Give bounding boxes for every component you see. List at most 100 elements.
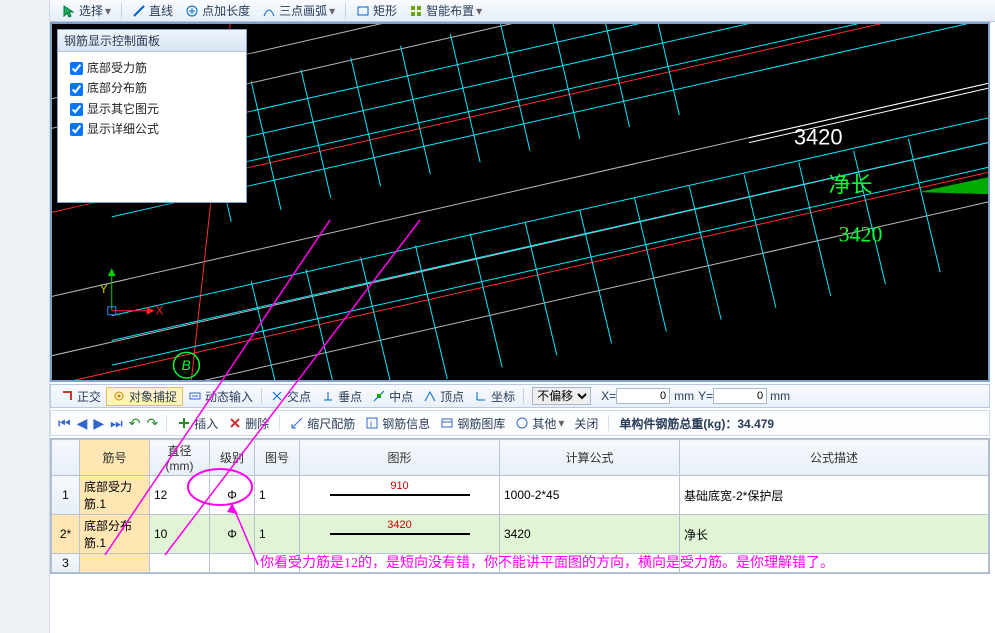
total-weight: 单构件钢筋总重(kg)：34.479 xyxy=(614,415,779,432)
chk-bottom-dist[interactable]: 底部分布筋 xyxy=(66,79,238,98)
nav-prev[interactable]: ◀ xyxy=(74,415,91,432)
nav-next[interactable]: ▶ xyxy=(90,415,107,432)
dropdown-icon: ▾ xyxy=(329,4,335,18)
th-name[interactable]: 筋号 xyxy=(80,440,150,476)
th-grade[interactable]: 级别 xyxy=(210,440,255,476)
th-formula[interactable]: 计算公式 xyxy=(500,440,680,476)
tool-rect[interactable]: 矩形 xyxy=(350,2,403,19)
top-toolbar: 选择 ▾ 直线 点加长度 三点画弧 ▾ 矩形 智能布置 ▾ xyxy=(50,0,995,22)
nav-first[interactable]: ⏮ xyxy=(55,415,74,432)
th-shape[interactable]: 图形 xyxy=(300,440,500,476)
cell-name[interactable]: 底部分布筋.1 xyxy=(80,515,150,554)
btn-delete[interactable]: 删除 xyxy=(223,415,274,432)
cell-grade[interactable]: Φ xyxy=(210,515,255,554)
y-input[interactable] xyxy=(713,388,767,404)
cursor-icon xyxy=(62,4,76,18)
th-shapeNo[interactable]: 图号 xyxy=(255,440,300,476)
tool-smart-label: 智能布置 xyxy=(426,2,474,19)
cell-desc[interactable]: 净长 xyxy=(680,515,989,554)
tool-addlen[interactable]: 点加长度 xyxy=(179,2,256,19)
info-icon: i xyxy=(365,416,379,430)
snap-intersection[interactable]: 交点 xyxy=(265,388,316,405)
x-input-group: X= mm Y= mm xyxy=(596,388,795,404)
th-dia[interactable]: 直径(mm) xyxy=(150,440,210,476)
tool-addlen-label: 点加长度 xyxy=(202,2,250,19)
btn-close[interactable]: 关闭 xyxy=(569,415,603,432)
cell-dia[interactable]: 10 xyxy=(150,515,210,554)
snap-perp[interactable]: 垂点 xyxy=(316,388,367,405)
panel-body: 底部受力筋 底部分布筋 显示其它图元 显示详细公式 xyxy=(58,52,246,202)
snap-ordinate[interactable]: 坐标 xyxy=(469,388,520,405)
svg-text:Y: Y xyxy=(100,282,108,296)
net-length-label: 净长 xyxy=(829,173,873,197)
chk-show-other[interactable]: 显示其它图元 xyxy=(66,100,238,119)
tool-select[interactable]: 选择 ▾ xyxy=(56,2,117,19)
snap-midpoint[interactable]: 中点 xyxy=(367,388,418,405)
nav-last[interactable]: ⏭ xyxy=(107,415,126,432)
axis-mark-b: B xyxy=(181,357,190,373)
toggle-ortho[interactable]: 正交 xyxy=(55,388,106,405)
snap-apex[interactable]: 顶点 xyxy=(418,388,469,405)
chk-show-formula[interactable]: 显示详细公式 xyxy=(66,120,238,139)
delete-icon xyxy=(228,416,242,430)
cell-dia[interactable]: 12 xyxy=(150,476,210,515)
cell-shapeNo[interactable]: 1 xyxy=(255,476,300,515)
tool-select-label: 选择 xyxy=(79,2,103,19)
cad-viewport[interactable]: 3420 净长 3420 B Y X 钢筋显示控制面板 底部受力筋 底部分布筋 … xyxy=(50,22,990,382)
cell-desc[interactable]: 基础底宽-2*保护层 xyxy=(680,476,989,515)
offset-select[interactable]: 不偏移 xyxy=(527,387,596,405)
cell-name[interactable]: 底部受力筋.1 xyxy=(80,476,150,515)
dim-3420-top: 3420 xyxy=(794,125,843,150)
table-corner xyxy=(52,440,80,476)
cell-formula[interactable]: 3420 xyxy=(500,515,680,554)
dropdown-icon: ▾ xyxy=(105,4,111,18)
svg-text:i: i xyxy=(370,419,372,429)
toggle-dyninput[interactable]: 动态输入 xyxy=(183,388,258,405)
nav-back[interactable]: ↶ xyxy=(126,415,144,432)
cell-shape[interactable]: 3420 xyxy=(300,515,500,554)
tool-line[interactable]: 直线 xyxy=(126,2,179,19)
chk-bottom-main[interactable]: 底部受力筋 xyxy=(66,59,238,78)
ortho-icon xyxy=(60,389,74,403)
toggle-osnap[interactable]: 对象捕捉 xyxy=(106,387,183,406)
mid-icon xyxy=(372,389,386,403)
btn-other[interactable]: 其他▾ xyxy=(510,415,569,432)
left-gutter xyxy=(0,0,50,633)
table-row[interactable]: 1 底部受力筋.1 12 Φ 1 910 1000-2*45 基础底宽-2*保护… xyxy=(52,476,989,515)
scale-icon xyxy=(290,416,304,430)
panel-title: 钢筋显示控制面板 xyxy=(58,30,246,52)
btn-scale[interactable]: 缩尺配筋 xyxy=(285,415,360,432)
rebar-table: 筋号 直径(mm) 级别 图号 图形 计算公式 公式描述 1 底部受力筋.1 1… xyxy=(50,438,990,574)
btn-library[interactable]: 钢筋图库 xyxy=(435,415,510,432)
table-row[interactable]: 2* 底部分布筋.1 10 Φ 1 3420 3420 净长 xyxy=(52,515,989,554)
th-desc[interactable]: 公式描述 xyxy=(680,440,989,476)
apex-icon xyxy=(423,389,437,403)
cell-grade[interactable]: Φ xyxy=(210,476,255,515)
smart-icon xyxy=(409,4,423,18)
rebar-display-panel[interactable]: 钢筋显示控制面板 底部受力筋 底部分布筋 显示其它图元 显示详细公式 xyxy=(57,29,247,203)
btn-insert[interactable]: 插入 xyxy=(172,415,223,432)
line-icon xyxy=(132,4,146,18)
tool-smart[interactable]: 智能布置 ▾ xyxy=(403,2,488,19)
arc-icon xyxy=(262,4,276,18)
btn-info[interactable]: i 钢筋信息 xyxy=(360,415,435,432)
user-annotation: 你看受力筋是12的，是短向没有错，你不能讲平面图的方向，横向是受力筋。是你理解错… xyxy=(260,555,985,574)
coord-icon xyxy=(474,389,488,403)
x-input[interactable] xyxy=(616,388,670,404)
dyn-icon xyxy=(188,389,202,403)
tool-line-label: 直线 xyxy=(149,2,173,19)
dropdown-icon: ▾ xyxy=(476,4,482,18)
net-length-value: 3420 xyxy=(839,223,883,247)
perp-icon xyxy=(321,389,335,403)
cell-shape[interactable]: 910 xyxy=(300,476,500,515)
snap-toolbar: 正交 对象捕捉 动态输入 交点 垂点 中点 顶点 坐标 不偏移 X= mm Y= xyxy=(50,384,990,408)
tool-rect-label: 矩形 xyxy=(373,2,397,19)
rect-icon xyxy=(356,4,370,18)
other-icon xyxy=(515,416,529,430)
cell-shapeNo[interactable]: 1 xyxy=(255,515,300,554)
cell-formula[interactable]: 1000-2*45 xyxy=(500,476,680,515)
nav-fwd[interactable]: ↷ xyxy=(144,415,162,432)
tool-arc3[interactable]: 三点画弧 ▾ xyxy=(256,2,341,19)
offset-dropdown[interactable]: 不偏移 xyxy=(532,387,591,405)
library-icon xyxy=(440,416,454,430)
